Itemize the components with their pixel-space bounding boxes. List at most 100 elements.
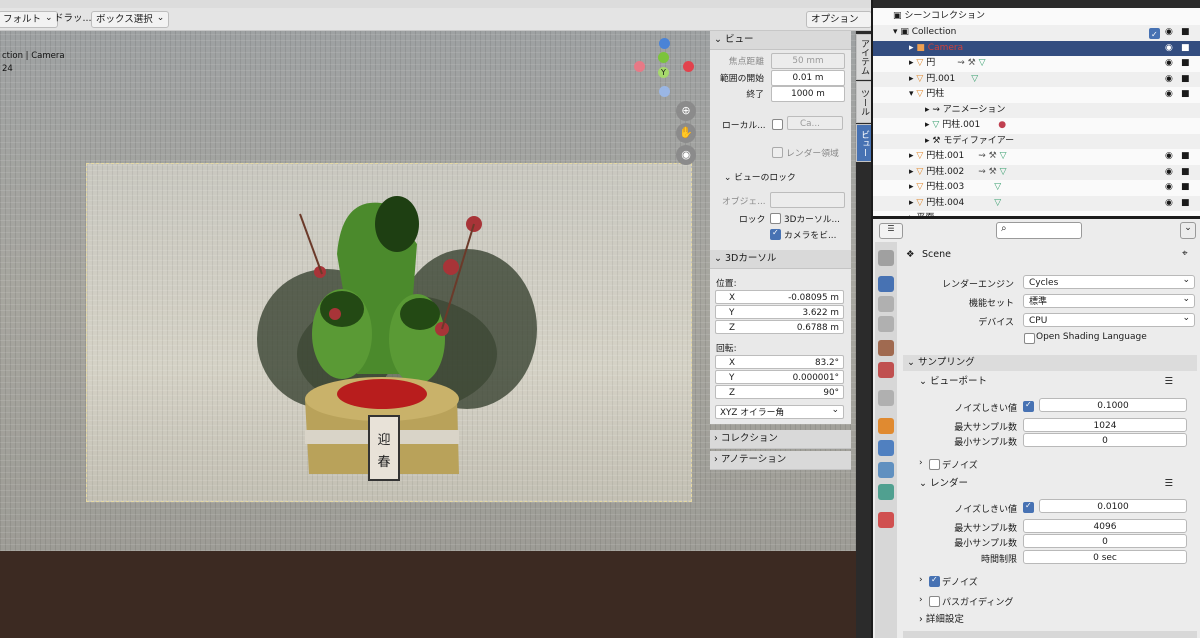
3d-cursor-panel-header[interactable]: ⌄ 3Dカーソル [710, 250, 851, 269]
physics-tab-icon[interactable] [878, 462, 894, 478]
render-subpanel-header[interactable]: ⌄ レンダー ☰ [903, 476, 1197, 492]
focal-length-field[interactable]: 50 mm [771, 53, 845, 69]
scene-tab-icon[interactable] [878, 340, 894, 356]
camera-icon: ■ [1181, 151, 1190, 161]
vp-max-samples-field[interactable]: 1024 [1023, 418, 1187, 432]
chevron-right-icon[interactable]: › [919, 595, 923, 605]
modifier-tab-icon[interactable] [878, 440, 894, 456]
cursor-rot-x-field[interactable]: X 83.2° [715, 355, 844, 369]
view-layer-tab-icon[interactable] [878, 316, 894, 332]
world-tab-icon[interactable] [878, 362, 894, 378]
pan-hand-icon[interactable]: ✋ [676, 123, 696, 143]
tab-tool[interactable]: ツール [856, 81, 872, 123]
property-search-input[interactable]: ⌕ [996, 222, 1082, 239]
list-icon: ☰ [1164, 478, 1173, 489]
output-tab-icon[interactable] [878, 296, 894, 312]
time-limit-field[interactable]: 0 sec [1023, 550, 1187, 564]
gizmo-y-label: Y [661, 68, 666, 77]
outliner-row[interactable]: ▸ ▽ 円柱.003 ▽ ◉ ■ [873, 180, 1200, 196]
local-camera-field[interactable]: Ca... [787, 116, 843, 130]
outliner-row[interactable]: ▸ ▽ 円.001 ▽ ◉ ■ [873, 71, 1200, 87]
outliner-row[interactable]: ▸ ⚒ モディファイアー [873, 133, 1200, 149]
outliner-row[interactable]: ▸ ■ Camera ◉ ■ [873, 40, 1200, 56]
cursor-x-field[interactable]: X -0.08095 m [715, 290, 844, 304]
lock-camera-checkbox[interactable] [770, 228, 781, 240]
vp-min-samples-field[interactable]: 0 [1023, 433, 1187, 447]
editor-type-icon[interactable]: ☰ [879, 223, 903, 239]
next-panel-header[interactable] [903, 631, 1197, 638]
tab-view[interactable]: ビュー [856, 124, 872, 162]
outliner-row[interactable]: ▸ ▽ 円 ⇝ ⚒ ▽ ◉ ■ [873, 56, 1200, 72]
gizmo-neg-z-dot[interactable] [659, 86, 670, 97]
cursor-rot-y-field[interactable]: Y 0.000001° [715, 370, 844, 384]
pin-icon[interactable]: ⌖ [1182, 248, 1188, 259]
outliner-row[interactable]: ▸ ⇝ アニメーション [873, 102, 1200, 118]
viewport-subpanel-header[interactable]: ⌄ ビューポート ☰ [903, 374, 1197, 390]
annotation-panel-header[interactable]: › アノテーション [710, 451, 851, 470]
gizmo-x-dot[interactable] [683, 61, 694, 72]
r-max-samples-field[interactable]: 4096 [1023, 519, 1187, 533]
sampling-panel-header[interactable]: ⌄ サンプリング [903, 355, 1197, 371]
chevron-down-icon[interactable]: ⌄ [1180, 222, 1196, 239]
vp-min-samples-label: 最小サンプル数 [954, 438, 1017, 448]
vp-noise-threshold-field[interactable]: 0.1000 [1039, 398, 1187, 412]
vp-noise-threshold-checkbox[interactable] [1023, 400, 1034, 412]
outliner-row[interactable]: ▸ ▽ 円柱.001 ⇝ ⚒ ▽ ◉ ■ [873, 149, 1200, 165]
rotation-mode-dropdown[interactable]: XYZ オイラー角 ⌄ [715, 405, 844, 419]
advanced-subpanel-header[interactable]: › 詳細設定 [903, 612, 1197, 628]
r-denoise-checkbox[interactable] [929, 575, 940, 587]
texture-tab-icon[interactable] [878, 512, 894, 528]
render-tab-icon[interactable] [878, 276, 894, 292]
mode-dropdown[interactable]: フォルト [0, 11, 58, 28]
lock-3d-cursor-checkbox[interactable] [770, 213, 781, 224]
constraints-tab-icon[interactable] [878, 484, 894, 500]
outliner-row[interactable]: ▸ ▽ 円柱.004 ▽ ◉ ■ [873, 195, 1200, 211]
cursor-rot-z-field[interactable]: Z 90° [715, 385, 844, 399]
r-denoise-label: デノイズ [942, 578, 978, 588]
cursor-y-field[interactable]: Y 3.622 m [715, 305, 844, 319]
cursor-z-field[interactable]: Z 0.6788 m [715, 320, 844, 334]
options-dropdown[interactable]: オプション [806, 11, 872, 28]
clip-start-field[interactable]: 0.01 m [771, 70, 845, 86]
tab-item[interactable]: アイテム [856, 34, 872, 80]
select-mode-dropdown[interactable]: ボックス選択 [91, 11, 170, 28]
clip-end-field[interactable]: 1000 m [771, 86, 845, 102]
outliner-row[interactable]: ▾ ▣ Collection◉■ [873, 25, 1200, 43]
gizmo-y-dot[interactable] [658, 52, 669, 63]
drag-label[interactable]: ドラッ... [50, 11, 96, 26]
rotation-label: 回転: [716, 344, 737, 354]
feature-set-dropdown[interactable]: 標準 [1023, 292, 1195, 308]
tool-tab-icon[interactable] [878, 250, 894, 266]
outliner-row[interactable]: ▸ ▽ 円柱.002 ⇝ ⚒ ▽ ◉ ■ [873, 164, 1200, 180]
eye-icon: ◉ [1165, 151, 1173, 161]
path-guiding-checkbox[interactable] [929, 596, 940, 607]
view-lock-header[interactable]: ⌄ ビューのロック [724, 170, 796, 183]
outliner-scene-collection[interactable]: ▣ シーンコレクション [873, 9, 1200, 25]
render-engine-dropdown[interactable]: Cycles [1023, 273, 1195, 289]
lock-object-field[interactable] [770, 192, 845, 208]
collection-tab-icon[interactable] [878, 390, 894, 406]
chevron-right-icon[interactable]: › [919, 575, 923, 585]
r-noise-threshold-checkbox[interactable] [1023, 501, 1034, 513]
outliner-row[interactable]: ▾ ▽ 円柱 ◉ ■ [873, 87, 1200, 103]
lock-label: ロック [739, 215, 766, 225]
object-tab-icon[interactable] [878, 418, 894, 434]
gizmo-neg-x-dot[interactable] [634, 61, 645, 72]
camera-view-icon[interactable]: ◉ [676, 145, 696, 165]
feature-set-label: 機能セット [968, 299, 1014, 309]
chevron-right-icon[interactable]: › [919, 458, 923, 468]
collection-panel-header[interactable]: › コレクション [710, 430, 851, 449]
zoom-icon[interactable]: ⊕ [676, 101, 696, 121]
r-min-samples-field[interactable]: 0 [1023, 534, 1187, 548]
eye-icon: ◉ [1165, 27, 1173, 37]
gizmo-z-dot[interactable] [659, 38, 670, 49]
r-noise-threshold-field[interactable]: 0.0100 [1039, 499, 1187, 513]
local-camera-checkbox[interactable] [772, 119, 783, 130]
view-panel-header[interactable]: ⌄ ビュー [710, 31, 851, 50]
device-dropdown[interactable]: CPU [1023, 311, 1195, 327]
clip-start-label: 範囲の開始 [720, 74, 764, 84]
render-region-checkbox[interactable] [772, 147, 783, 158]
outliner-row[interactable]: ▸ ▽ 円柱.001 ● [873, 118, 1200, 134]
osl-checkbox[interactable] [1024, 333, 1035, 344]
vp-denoise-checkbox[interactable] [929, 459, 940, 470]
